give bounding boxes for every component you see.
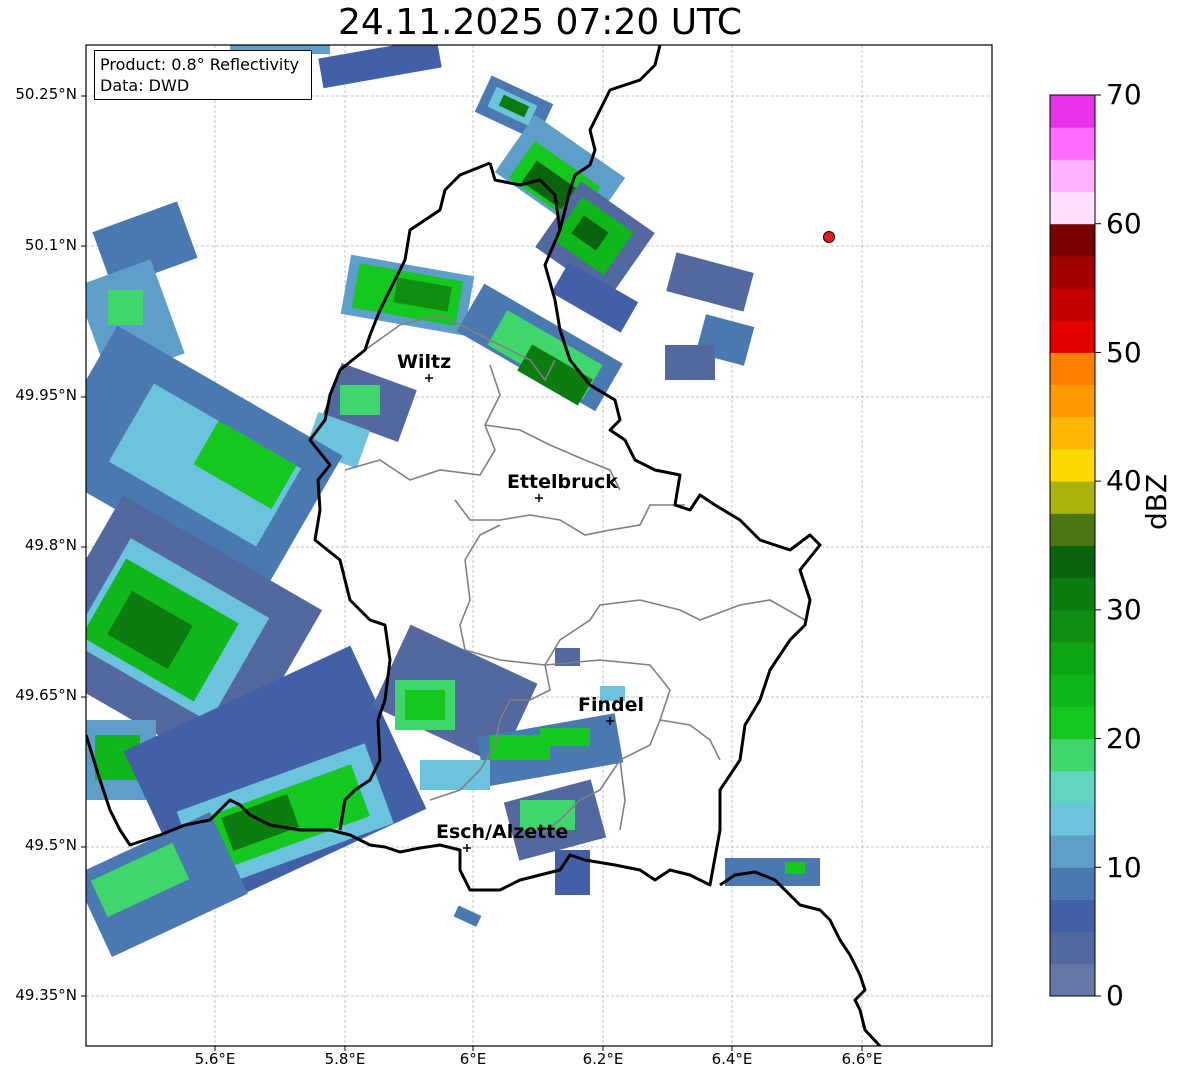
colorbar-segment	[1050, 352, 1095, 386]
colorbar-segment	[1050, 416, 1095, 450]
colorbar-segment	[1050, 223, 1095, 257]
lat-tick-label: 49.35°N	[15, 986, 77, 1004]
colorbar-segment	[1050, 899, 1095, 933]
colorbar-segment	[1050, 545, 1095, 579]
info-box: Product: 0.8° Reflectivity Data: DWD	[94, 50, 312, 100]
colorbar-segment	[1050, 835, 1095, 868]
colorbar-segment	[1050, 931, 1095, 965]
colorbar-segment	[1050, 706, 1095, 740]
colorbar-tick-label: 30	[1106, 593, 1142, 626]
colorbar-tick-label: 60	[1106, 207, 1142, 240]
lat-tick-label: 49.95°N	[15, 386, 77, 404]
colorbar-segment	[1050, 288, 1095, 321]
colorbar-label: dBZ	[1140, 473, 1173, 530]
colorbar-segment	[1050, 255, 1095, 289]
colorbar-segment	[1050, 738, 1095, 772]
city-label-wiltz: Wiltz	[397, 351, 452, 373]
lon-tick-label: 6°E	[459, 1050, 487, 1068]
city-label-findel: Findel	[578, 694, 645, 716]
colorbar-tick-label: 40	[1106, 464, 1142, 497]
city-marker-wiltz	[425, 374, 433, 382]
city-label-esch-alzette: Esch/Alzette	[436, 821, 569, 843]
colorbar-segment	[1050, 513, 1095, 546]
lon-tick-label: 5.8°E	[324, 1050, 366, 1068]
colorbar	[1049, 94, 1101, 997]
lon-tick-label: 6.4°E	[711, 1050, 753, 1068]
city-marker-ettelbruck	[535, 494, 543, 502]
lon-tick-label: 5.6°E	[194, 1050, 236, 1068]
lat-tick-label: 49.5°N	[24, 836, 77, 854]
lon-tick-label: 6.2°E	[582, 1050, 624, 1068]
city-marker-esch	[463, 844, 471, 852]
data-source-text: Data: DWD	[100, 76, 190, 95]
lat-tick-label: 50.1°N	[24, 236, 77, 254]
colorbar-segment	[1050, 127, 1095, 160]
colorbar-tick-label: 20	[1106, 722, 1142, 755]
colorbar-segment	[1050, 95, 1095, 128]
colorbar-segment	[1050, 448, 1095, 482]
colorbar-segment	[1050, 481, 1095, 514]
lat-tick-label: 50.25°N	[15, 85, 77, 103]
lat-tick-label: 49.8°N	[24, 536, 77, 554]
colorbar-segment	[1050, 674, 1095, 707]
colorbar-tick-label: 10	[1106, 851, 1142, 884]
lon-tick-label: 6.6°E	[841, 1050, 883, 1068]
product-text: Product: 0.8° Reflectivity	[100, 55, 300, 74]
colorbar-segment	[1050, 963, 1095, 997]
colorbar-segment	[1050, 577, 1095, 611]
colorbar-tick-label: 70	[1106, 78, 1142, 111]
colorbar-segment	[1050, 320, 1095, 353]
colorbar-segment	[1050, 191, 1095, 225]
colorbar-segment	[1050, 159, 1095, 193]
colorbar-segment	[1050, 802, 1095, 836]
colorbar-segment	[1050, 609, 1095, 643]
lat-tick-label: 49.65°N	[15, 686, 77, 704]
colorbar-segment	[1050, 384, 1095, 418]
radar-map	[81, 44, 1101, 1051]
location-marker-red	[823, 231, 835, 243]
colorbar-segment	[1050, 770, 1095, 804]
colorbar-segment	[1050, 867, 1095, 900]
colorbar-tick-label: 0	[1106, 979, 1124, 1012]
echo-cluster-south	[372, 624, 820, 927]
colorbar-segment	[1050, 642, 1095, 675]
colorbar-tick-label: 50	[1106, 336, 1142, 369]
city-label-ettelbruck: Ettelbruck	[507, 471, 618, 493]
